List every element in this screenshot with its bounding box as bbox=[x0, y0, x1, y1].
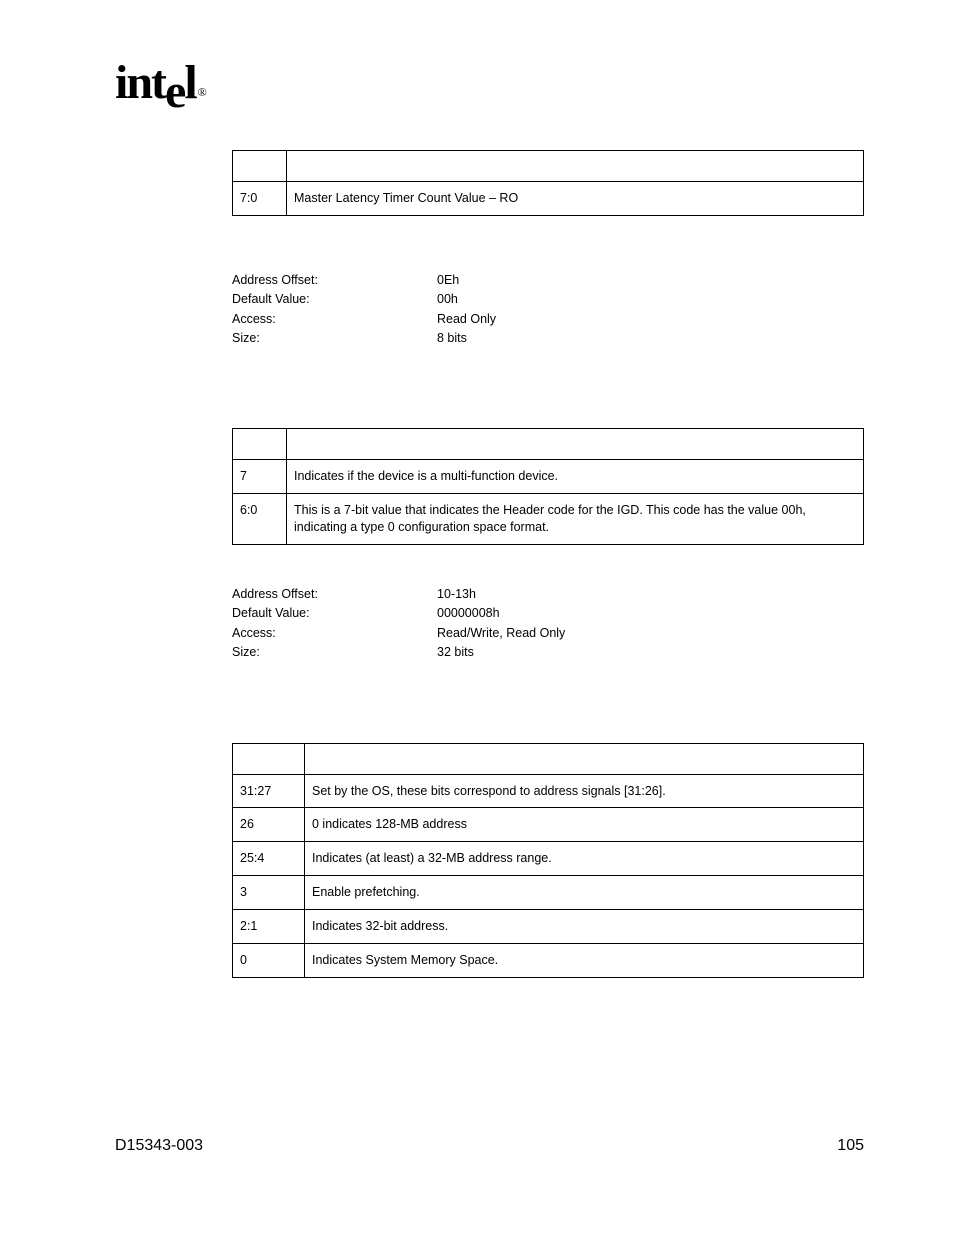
desc-cell: Indicates System Memory Space. bbox=[305, 943, 864, 977]
page-number: 105 bbox=[837, 1137, 864, 1155]
bit-cell: 26 bbox=[233, 808, 305, 842]
document-id: D15343-003 bbox=[115, 1137, 203, 1155]
table-row: 7:0 Master Latency Timer Count Value – R… bbox=[233, 182, 864, 216]
bit-cell: 3 bbox=[233, 876, 305, 910]
table-row: 3 Enable prefetching. bbox=[233, 876, 864, 910]
bit-cell: 7 bbox=[233, 460, 287, 494]
desc-cell: Indicates (at least) a 32-MB address ran… bbox=[305, 842, 864, 876]
attr-label: Default Value: bbox=[232, 290, 437, 309]
attr-label: Default Value: bbox=[232, 604, 437, 623]
table-header-row bbox=[233, 429, 864, 460]
table-row: 26 0 indicates 128-MB address bbox=[233, 808, 864, 842]
table-row: 7 Indicates if the device is a multi-fun… bbox=[233, 460, 864, 494]
attr-value: 32 bits bbox=[437, 643, 474, 662]
table-header-row bbox=[233, 151, 864, 182]
attr-label: Access: bbox=[232, 310, 437, 329]
attribute-block-2: Address Offset: 10-13h Default Value: 00… bbox=[232, 585, 864, 663]
register-table-1: 7:0 Master Latency Timer Count Value – R… bbox=[232, 150, 864, 216]
attr-value: 0Eh bbox=[437, 271, 459, 290]
table-row: 2:1 Indicates 32-bit address. bbox=[233, 910, 864, 944]
attr-label: Size: bbox=[232, 643, 437, 662]
attr-value: 00h bbox=[437, 290, 458, 309]
attribute-block-1: Address Offset: 0Eh Default Value: 00h A… bbox=[232, 271, 864, 349]
table-header-row bbox=[233, 743, 864, 774]
header-desc bbox=[305, 743, 864, 774]
bit-cell: 7:0 bbox=[233, 182, 287, 216]
intel-logo: intel® bbox=[115, 55, 205, 110]
header-bit bbox=[233, 429, 287, 460]
desc-cell: Indicates 32-bit address. bbox=[305, 910, 864, 944]
header-bit bbox=[233, 743, 305, 774]
bit-cell: 25:4 bbox=[233, 842, 305, 876]
attr-value: Read Only bbox=[437, 310, 496, 329]
page-footer: D15343-003 105 bbox=[115, 1137, 864, 1155]
attr-value: 8 bits bbox=[437, 329, 467, 348]
desc-cell: Indicates if the device is a multi-funct… bbox=[287, 460, 864, 494]
table-row: 31:27 Set by the OS, these bits correspo… bbox=[233, 774, 864, 808]
desc-cell: Master Latency Timer Count Value – RO bbox=[287, 182, 864, 216]
table-row: 6:0 This is a 7-bit value that indicates… bbox=[233, 494, 864, 545]
attr-label: Size: bbox=[232, 329, 437, 348]
bit-cell: 6:0 bbox=[233, 494, 287, 545]
attr-value: Read/Write, Read Only bbox=[437, 624, 565, 643]
attr-label: Address Offset: bbox=[232, 585, 437, 604]
bit-cell: 2:1 bbox=[233, 910, 305, 944]
attr-value: 10-13h bbox=[437, 585, 476, 604]
header-desc bbox=[287, 151, 864, 182]
desc-cell: Set by the OS, these bits correspond to … bbox=[305, 774, 864, 808]
attr-value: 00000008h bbox=[437, 604, 500, 623]
desc-cell: This is a 7-bit value that indicates the… bbox=[287, 494, 864, 545]
register-table-2: 7 Indicates if the device is a multi-fun… bbox=[232, 428, 864, 545]
table-row: 0 Indicates System Memory Space. bbox=[233, 943, 864, 977]
table-row: 25:4 Indicates (at least) a 32-MB addres… bbox=[233, 842, 864, 876]
desc-cell: 0 indicates 128-MB address bbox=[305, 808, 864, 842]
bit-cell: 31:27 bbox=[233, 774, 305, 808]
header-desc bbox=[287, 429, 864, 460]
bit-cell: 0 bbox=[233, 943, 305, 977]
register-table-3: 31:27 Set by the OS, these bits correspo… bbox=[232, 743, 864, 978]
header-bit bbox=[233, 151, 287, 182]
attr-label: Access: bbox=[232, 624, 437, 643]
desc-cell: Enable prefetching. bbox=[305, 876, 864, 910]
attr-label: Address Offset: bbox=[232, 271, 437, 290]
